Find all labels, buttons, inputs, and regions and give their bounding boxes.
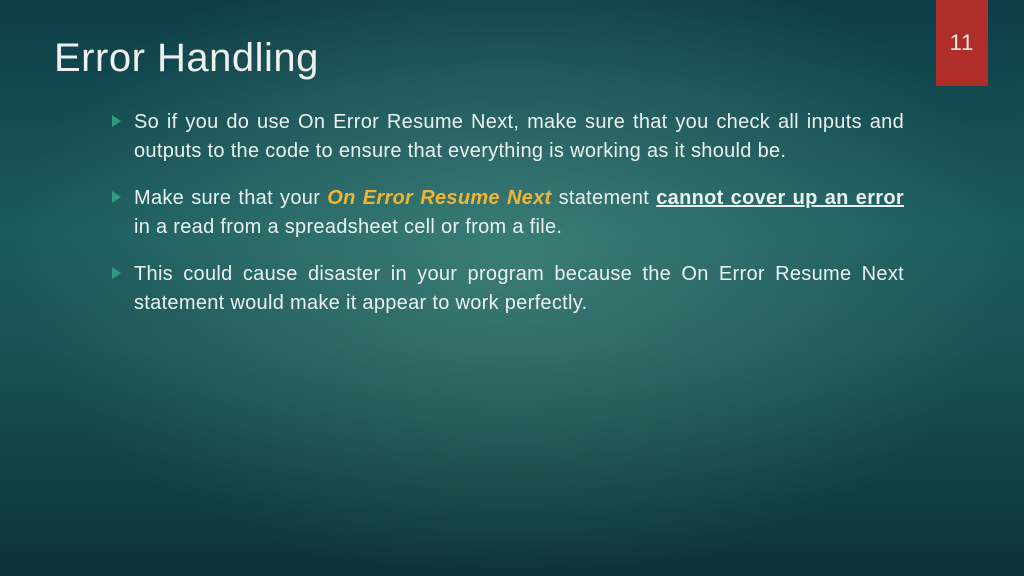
bullet-text: So if you do use On Error Resume Next, m…	[134, 111, 904, 162]
slide-body: So if you do use On Error Resume Next, m…	[112, 108, 904, 336]
bullet-marker-icon	[112, 115, 121, 127]
bullet-marker-icon	[112, 191, 121, 203]
slide-number-ribbon: 11	[936, 0, 988, 86]
bullet-text: This could cause disaster in your progra…	[134, 263, 904, 314]
bullet-text-highlight: On Error Resume Next	[327, 187, 551, 209]
bullet-item: Make sure that your On Error Resume Next…	[112, 184, 904, 242]
slide-title: Error Handling	[54, 36, 319, 81]
bullet-marker-icon	[112, 267, 121, 279]
bullet-text-post: in a read from a spreadsheet cell or fro…	[134, 216, 562, 238]
bullet-text-underline: cannot cover up an error	[656, 187, 904, 209]
bullet-text-mid: statement	[552, 187, 657, 209]
slide-number: 11	[950, 30, 975, 56]
bullet-item: This could cause disaster in your progra…	[112, 260, 904, 318]
bullet-item: So if you do use On Error Resume Next, m…	[112, 108, 904, 166]
bullet-text-pre: Make sure that your	[134, 187, 327, 209]
